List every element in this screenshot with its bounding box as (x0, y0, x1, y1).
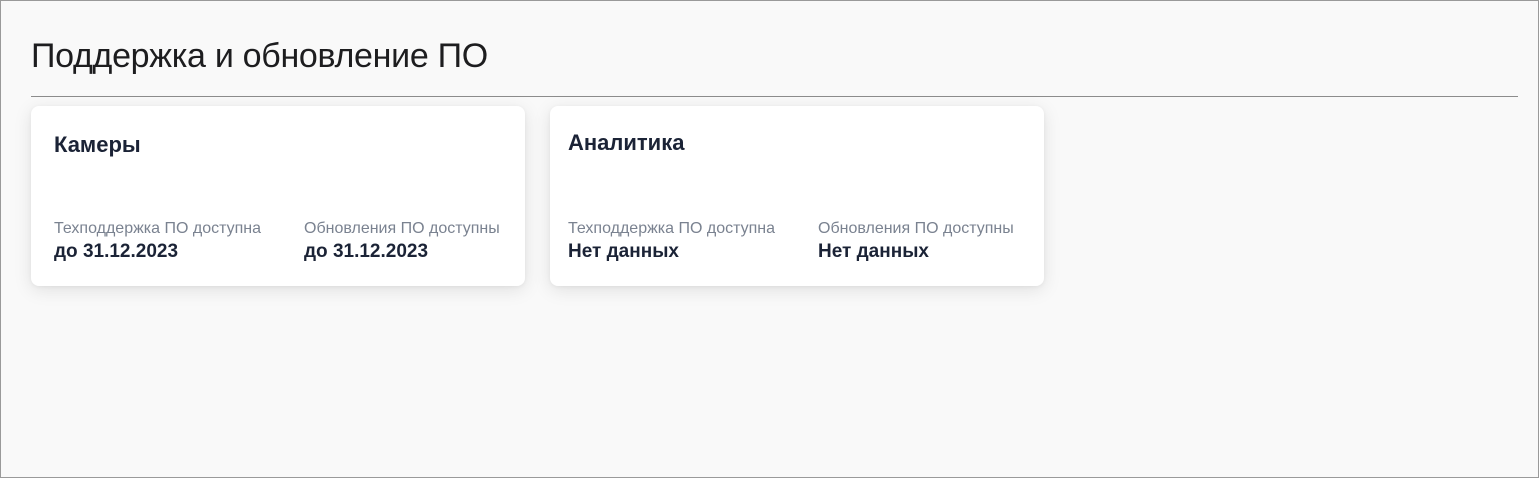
updates-info: Обновления ПО доступны до 31.12.2023 (304, 219, 514, 264)
support-info: Техподдержка ПО доступна Нет данных (568, 219, 818, 264)
card-title: Камеры (54, 132, 141, 157)
card-info-row: Техподдержка ПО доступна Нет данных Обно… (568, 219, 1028, 264)
support-value: до 31.12.2023 (54, 241, 179, 262)
card-analytics[interactable]: Аналитика Техподдержка ПО доступна Нет д… (550, 106, 1044, 286)
cards-container: Камеры Техподдержка ПО доступна до 31.12… (31, 106, 1044, 286)
updates-label: Обновления ПО доступны (304, 220, 500, 237)
support-info: Техподдержка ПО доступна до 31.12.2023 (54, 219, 304, 264)
card-cameras[interactable]: Камеры Техподдержка ПО доступна до 31.12… (31, 106, 525, 286)
app-window: Поддержка и обновление ПО Камеры Техподд… (0, 0, 1539, 478)
support-value: Нет данных (568, 241, 679, 262)
title-divider (31, 96, 1518, 97)
card-title: Аналитика (568, 130, 685, 155)
updates-info: Обновления ПО доступны Нет данных (818, 219, 1028, 264)
updates-label: Обновления ПО доступны (818, 220, 1014, 237)
updates-value: Нет данных (818, 241, 929, 262)
support-label: Техподдержка ПО доступна (568, 220, 776, 237)
updates-value: до 31.12.2023 (304, 241, 429, 262)
card-info-row: Техподдержка ПО доступна до 31.12.2023 О… (54, 219, 514, 264)
page-title: Поддержка и обновление ПО (31, 37, 488, 75)
support-label: Техподдержка ПО доступна (54, 220, 262, 237)
